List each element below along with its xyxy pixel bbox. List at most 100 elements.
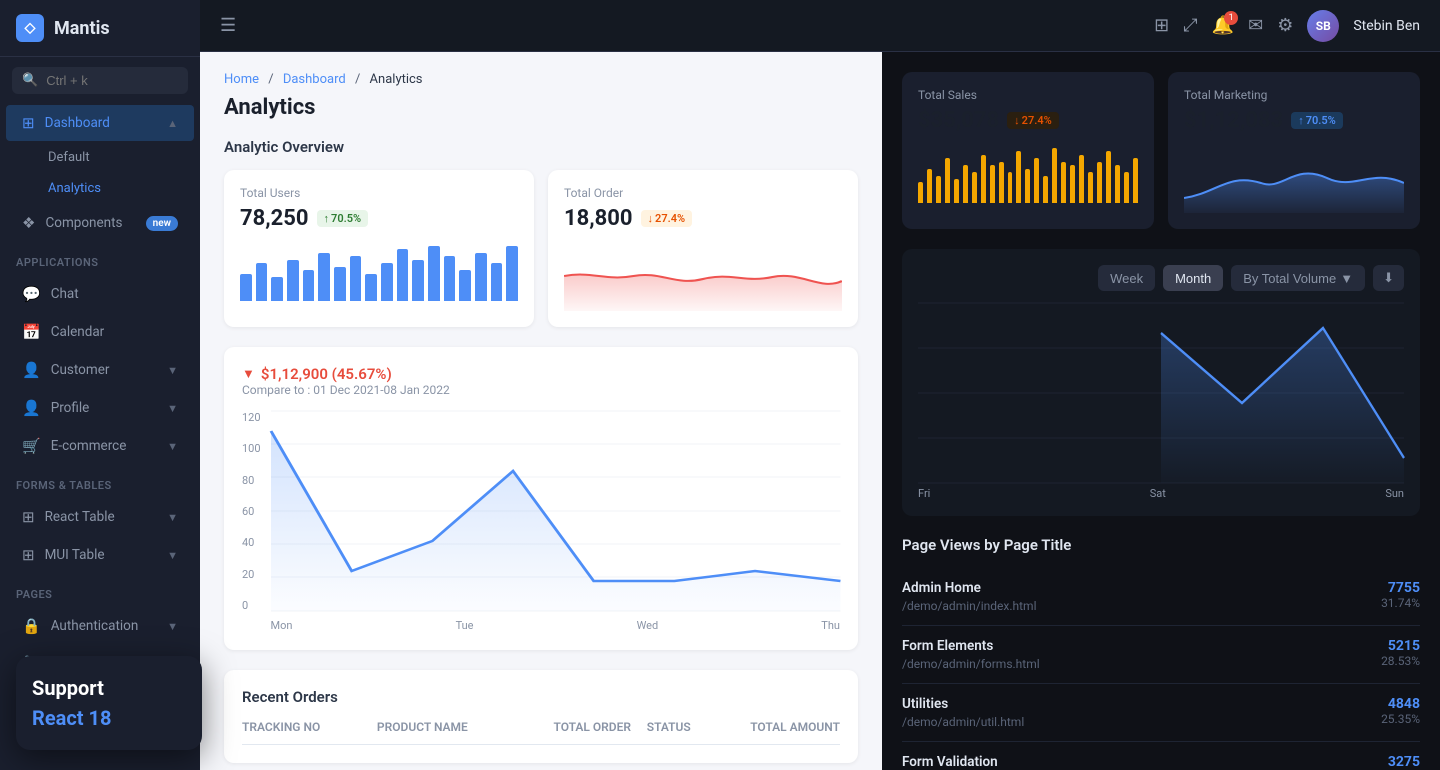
- pv-utilities-percent: 25.35%: [1381, 712, 1420, 726]
- components-label: Components: [45, 215, 122, 231]
- search-icon: 🔍: [22, 73, 38, 88]
- pv-form-elements-percent: 28.53%: [1381, 654, 1420, 668]
- income-chart-area: 120 100 80 60 40 20 0: [242, 411, 840, 632]
- customer-icon: 👤: [22, 361, 41, 379]
- mui-table-icon: ⊞: [22, 546, 35, 564]
- components-icon: ❖: [22, 214, 35, 232]
- chevron-down-icon-4: ▼: [167, 511, 178, 524]
- col-header-status: STATUS: [647, 720, 730, 734]
- avatar[interactable]: SB: [1307, 10, 1339, 42]
- sidebar-item-react-table[interactable]: ⊞ React Table ▼: [6, 499, 194, 535]
- topbar-right: ⊞ ⤢ 🔔 1 ✉ ⚙ SB Stebin Ben: [1154, 10, 1420, 42]
- topbar-left: ☰: [220, 15, 236, 36]
- recent-orders-section: Recent Orders TRACKING NO PRODUCT NAME T…: [224, 670, 858, 763]
- notification-wrap[interactable]: 🔔 1: [1212, 15, 1234, 36]
- y-label-0: 0: [242, 599, 261, 612]
- total-order-chart: [564, 241, 842, 311]
- stat-card-total-users: Total Users 78,250 ↑ 70.5%: [224, 170, 534, 327]
- x-label-fri: Fri: [918, 487, 930, 500]
- pv-admin-home-count: 7755: [1381, 580, 1420, 596]
- left-panel: Home / Dashboard / Analytics Analytics A…: [200, 52, 882, 770]
- bar-segment: [240, 274, 252, 302]
- pv-form-validation-count: 3275: [1381, 754, 1420, 770]
- bar-segment: [381, 263, 393, 301]
- chat-icon: 💬: [22, 285, 41, 303]
- total-order-label: Total Order: [564, 186, 842, 200]
- pv-form-elements-url: /demo/admin/forms.html: [902, 657, 1040, 671]
- orders-table-header: TRACKING NO PRODUCT NAME TOTAL ORDER STA…: [242, 720, 840, 745]
- recent-orders-title: Recent Orders: [242, 688, 840, 706]
- breadcrumb-home[interactable]: Home: [224, 72, 259, 87]
- bar-segment: [318, 253, 330, 301]
- btn-week[interactable]: Week: [1098, 265, 1155, 291]
- btn-volume[interactable]: By Total Volume ▼: [1231, 265, 1365, 291]
- y-label-120: 120: [242, 411, 261, 424]
- sidebar-item-analytics[interactable]: Analytics: [6, 174, 194, 203]
- total-sales-chart: [918, 143, 1138, 203]
- y-label-20: 20: [242, 568, 261, 581]
- bar-segment-yellow: [945, 158, 950, 203]
- sidebar-item-dashboard[interactable]: ⊞ Dashboard ▲: [6, 105, 194, 141]
- ecommerce-icon: 🛒: [22, 437, 41, 455]
- arrow-up-icon-2: ↑: [1298, 114, 1304, 127]
- react-table-icon: ⊞: [22, 508, 35, 526]
- bar-segment: [506, 246, 518, 301]
- income-line-chart: Mon Tue Wed Thu: [271, 411, 840, 632]
- sidebar-item-components[interactable]: ❖ Components new: [6, 205, 194, 241]
- mail-icon[interactable]: ✉: [1248, 15, 1263, 36]
- bar-segment: [397, 249, 409, 301]
- grid-icon[interactable]: ⊞: [1154, 15, 1169, 36]
- pv-admin-home-percent: 31.74%: [1381, 596, 1420, 610]
- menu-toggle-icon[interactable]: ☰: [220, 15, 236, 36]
- bar-segment-yellow: [1008, 172, 1013, 203]
- support-popup[interactable]: Support React 18: [16, 656, 202, 750]
- sidebar-item-customer[interactable]: 👤 Customer ▼: [6, 352, 194, 388]
- sidebar-item-ecommerce[interactable]: 🛒 E-commerce ▼: [6, 428, 194, 464]
- user-name: Stebin Ben: [1353, 18, 1420, 34]
- sidebar: ◇ Mantis 🔍 ⊞ Dashboard ▲ Default Analyti…: [0, 0, 200, 770]
- bar-segment-yellow: [1088, 172, 1093, 203]
- bar-segment-yellow: [972, 172, 977, 203]
- topbar: ☰ ⊞ ⤢ 🔔 1 ✉ ⚙ SB Stebin Ben: [200, 0, 1440, 52]
- total-marketing-value: $1,12,083 ↑ 70.5%: [1184, 108, 1404, 133]
- bar-segment-yellow: [918, 182, 923, 203]
- bar-segment: [334, 267, 346, 301]
- breadcrumb-dashboard[interactable]: Dashboard: [283, 72, 346, 87]
- bar-segment-yellow: [1070, 165, 1075, 203]
- sidebar-item-profile[interactable]: 👤 Profile ▼: [6, 390, 194, 426]
- pv-item-utilities: Utilities /demo/admin/util.html 4848 25.…: [902, 684, 1420, 742]
- page-views-title: Page Views by Page Title: [902, 536, 1420, 554]
- sidebar-label-dashboard: Dashboard: [45, 115, 110, 131]
- total-marketing-badge: ↑ 70.5%: [1291, 112, 1343, 129]
- btn-month[interactable]: Month: [1163, 265, 1223, 291]
- sidebar-item-chat[interactable]: 💬 Chat: [6, 276, 194, 312]
- sidebar-item-mui-table[interactable]: ⊞ MUI Table ▼: [6, 537, 194, 573]
- sidebar-item-calendar[interactable]: 📅 Calendar: [6, 314, 194, 350]
- sidebar-item-authentication[interactable]: 🔒 Authentication ▼: [6, 608, 194, 644]
- bar-segment: [271, 277, 283, 301]
- sidebar-item-default[interactable]: Default: [6, 143, 194, 172]
- bar-segment-yellow: [1016, 151, 1021, 203]
- sidebar-logo: ◇ Mantis: [0, 0, 200, 57]
- main-content: ☰ ⊞ ⤢ 🔔 1 ✉ ⚙ SB Stebin Ben Home / Dashb…: [200, 0, 1440, 770]
- bar-segment-yellow: [1034, 158, 1039, 203]
- total-users-badge: ↑ 70.5%: [317, 210, 369, 227]
- bar-segment-yellow: [1106, 151, 1111, 203]
- fullscreen-icon[interactable]: ⤢: [1183, 15, 1197, 36]
- chevron-down-icon-6: ▼: [167, 620, 178, 633]
- ecommerce-label: E-commerce: [51, 438, 127, 454]
- pages-section: Pages: [0, 574, 200, 607]
- btn-download[interactable]: ⬇: [1373, 265, 1404, 291]
- pv-admin-home-url: /demo/admin/index.html: [902, 599, 1036, 613]
- total-sales-badge: ↓ 27.4%: [1007, 112, 1059, 129]
- profile-icon: 👤: [22, 399, 41, 417]
- search-input[interactable]: [46, 73, 178, 88]
- analytics-label: Analytics: [48, 181, 101, 196]
- pv-item-form-elements: Form Elements /demo/admin/forms.html 521…: [902, 626, 1420, 684]
- settings-icon[interactable]: ⚙: [1277, 15, 1293, 36]
- sidebar-search[interactable]: 🔍: [12, 67, 188, 94]
- chevron-up-icon: ▲: [167, 117, 178, 130]
- app-name: Mantis: [54, 18, 110, 39]
- dashboard-icon: ⊞: [22, 114, 35, 132]
- total-sales-label: Total Sales: [918, 88, 1138, 102]
